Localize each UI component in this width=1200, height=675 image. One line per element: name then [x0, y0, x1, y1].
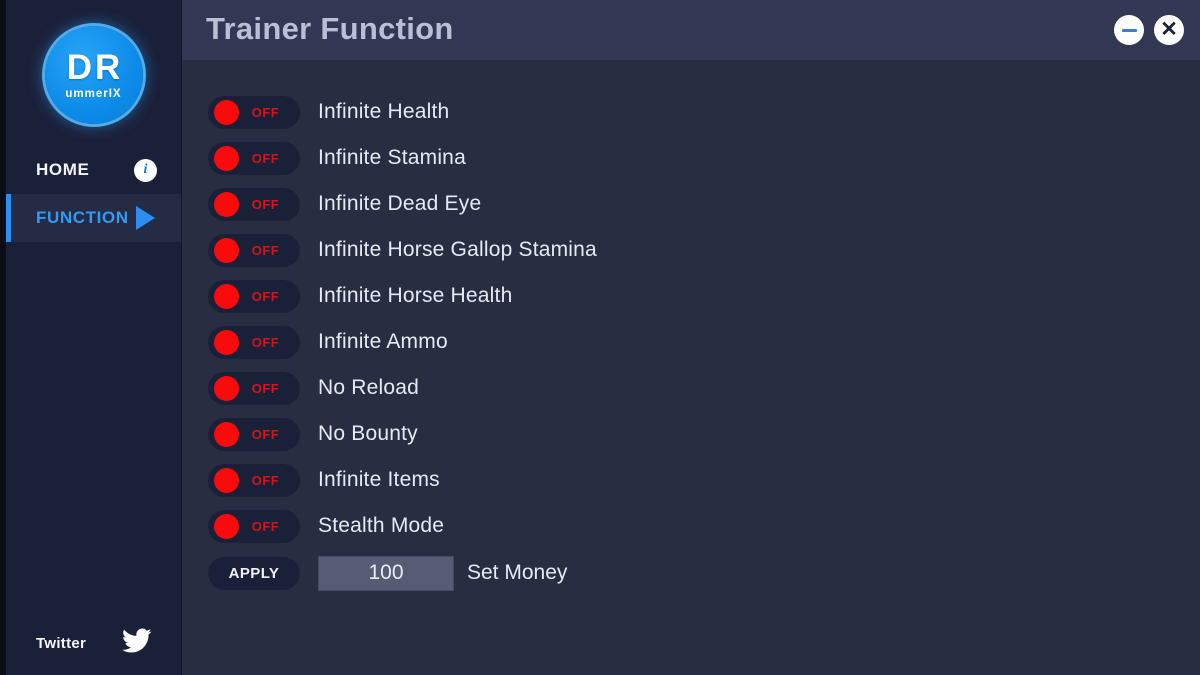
toggle-knob	[214, 421, 239, 447]
function-label: No Reload	[318, 376, 420, 399]
toggle-stealth-mode[interactable]: OFF	[208, 509, 300, 543]
trainer-window: DR ummerIX HOME i FUNCTION Twitter Train…	[0, 0, 1200, 675]
function-label: Stealth Mode	[318, 514, 445, 537]
set-money-input[interactable]: 100	[318, 555, 454, 591]
twitter-label: Twitter	[36, 634, 87, 652]
function-row: OFF No Reload	[208, 365, 1200, 411]
function-row: OFF Infinite Horse Gallop Stamina	[208, 227, 1200, 273]
title-bar: Trainer Function ✕	[182, 0, 1200, 61]
sidebar-item-home[interactable]: HOME i	[6, 146, 181, 194]
set-money-label: Set Money	[467, 561, 568, 584]
page-title: Trainer Function	[206, 11, 454, 46]
toggle-no-bounty[interactable]: OFF	[208, 417, 300, 451]
toggle-state: OFF	[251, 196, 280, 212]
toggle-knob	[214, 329, 239, 355]
function-label: Infinite Items	[318, 468, 440, 491]
function-label: Infinite Health	[318, 100, 450, 123]
toggle-knob	[214, 513, 239, 539]
function-label: Infinite Dead Eye	[318, 192, 482, 215]
app-logo: DR ummerIX	[6, 0, 181, 146]
toggle-infinite-horse-health[interactable]: OFF	[208, 279, 300, 313]
set-money-row: APPLY 100 Set Money	[208, 550, 1200, 596]
toggle-state: OFF	[251, 380, 280, 396]
function-row: OFF Infinite Horse Health	[208, 273, 1200, 319]
minimize-glyph	[1121, 28, 1137, 32]
toggle-state: OFF	[251, 334, 280, 350]
function-label: Infinite Stamina	[318, 146, 466, 169]
toggle-knob	[214, 99, 239, 125]
twitter-bird-icon[interactable]	[122, 628, 152, 659]
toggle-state: OFF	[251, 104, 280, 120]
toggle-knob	[214, 145, 239, 171]
toggle-state: OFF	[251, 288, 280, 304]
function-row: OFF Infinite Items	[208, 457, 1200, 503]
toggle-knob	[214, 191, 239, 217]
minimize-icon[interactable]	[1114, 15, 1144, 45]
toggle-infinite-dead-eye[interactable]: OFF	[208, 187, 300, 221]
close-glyph: ✕	[1160, 17, 1178, 41]
toggle-knob	[214, 237, 239, 263]
play-icon	[136, 206, 155, 230]
toggle-state: OFF	[251, 426, 280, 442]
function-label: Infinite Ammo	[318, 330, 448, 353]
function-row: OFF Infinite Dead Eye	[208, 181, 1200, 227]
function-list: OFF Infinite Health OFF Infinite Stamina…	[182, 61, 1200, 596]
sidebar-item-function[interactable]: FUNCTION	[6, 194, 181, 242]
window-controls: ✕	[1114, 15, 1184, 45]
info-icon[interactable]: i	[134, 158, 157, 182]
toggle-no-reload[interactable]: OFF	[208, 371, 300, 405]
function-row: OFF No Bounty	[208, 411, 1200, 457]
function-label: Infinite Horse Gallop Stamina	[318, 238, 597, 261]
toggle-infinite-items[interactable]: OFF	[208, 463, 300, 497]
toggle-infinite-stamina[interactable]: OFF	[208, 141, 300, 175]
twitter-link[interactable]: Twitter	[6, 621, 182, 665]
sidebar: DR ummerIX HOME i FUNCTION Twitter	[6, 0, 182, 675]
function-row: OFF Infinite Health	[208, 89, 1200, 135]
toggle-infinite-horse-gallop-stamina[interactable]: OFF	[208, 233, 300, 267]
function-row: OFF Stealth Mode	[208, 503, 1200, 549]
logo-circle: DR ummerIX	[44, 26, 143, 124]
close-icon[interactable]: ✕	[1154, 15, 1184, 45]
toggle-infinite-ammo[interactable]: OFF	[208, 325, 300, 359]
sidebar-item-home-label: HOME	[36, 160, 90, 179]
toggle-state: OFF	[251, 472, 280, 488]
toggle-knob	[214, 375, 239, 401]
toggle-infinite-health[interactable]: OFF	[208, 95, 300, 129]
function-row: OFF Infinite Ammo	[208, 319, 1200, 365]
logo-main-text: DR	[66, 47, 124, 87]
function-row: OFF Infinite Stamina	[208, 135, 1200, 181]
toggle-state: OFF	[251, 518, 280, 534]
toggle-state: OFF	[251, 242, 280, 258]
main-panel: Trainer Function ✕ OFF Infinite Health O…	[182, 0, 1200, 675]
toggle-knob	[214, 467, 239, 493]
function-label: Infinite Horse Health	[318, 284, 513, 307]
apply-button[interactable]: APPLY	[208, 556, 300, 590]
sidebar-item-function-label: FUNCTION	[36, 208, 129, 227]
logo-sub-text: ummerIX	[65, 87, 122, 100]
toggle-knob	[214, 283, 239, 309]
toggle-state: OFF	[251, 150, 280, 166]
function-label: No Bounty	[318, 422, 418, 445]
